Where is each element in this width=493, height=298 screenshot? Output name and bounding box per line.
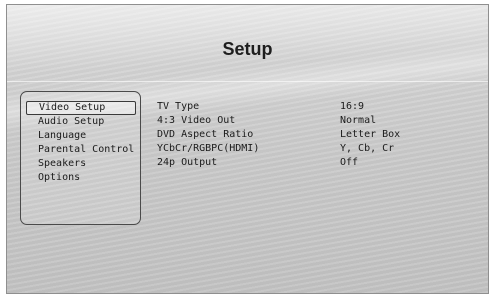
menu-item-label: Parental Control [38, 144, 135, 155]
menu-item-audio-setup[interactable]: Audio Setup [26, 115, 136, 129]
setting-value-24p-output[interactable]: Off [340, 156, 358, 170]
setting-value-dvd-aspect-ratio[interactable]: Letter Box [340, 128, 400, 142]
menu-item-parental-control[interactable]: Parental Control [26, 143, 136, 157]
menu-item-options[interactable]: Options [26, 171, 136, 185]
setting-label-color-space[interactable]: YCbCr/RGBPC(HDMI) [157, 142, 259, 156]
setting-label-video-out[interactable]: 4:3 Video Out [157, 114, 235, 128]
menu-item-video-setup[interactable]: Video Setup [26, 101, 136, 115]
setting-value-tv-type[interactable]: 16:9 [340, 100, 364, 114]
menu-item-speakers[interactable]: Speakers [26, 157, 136, 171]
setup-menu: Video Setup Audio Setup Language Parenta… [20, 91, 141, 225]
setting-value-video-out[interactable]: Normal [340, 114, 376, 128]
menu-item-label: Video Setup [39, 102, 106, 113]
menu-item-label: Language [38, 130, 87, 141]
menu-item-label: Speakers [38, 158, 87, 169]
setting-value-color-space[interactable]: Y, Cb, Cr [340, 142, 394, 156]
setting-label-dvd-aspect-ratio[interactable]: DVD Aspect Ratio [157, 128, 253, 142]
setting-label-24p-output[interactable]: 24p Output [157, 156, 217, 170]
page-title: Setup [222, 39, 273, 59]
menu-item-label: Audio Setup [38, 116, 105, 127]
menu-item-label: Options [38, 172, 81, 183]
header-divider [7, 81, 488, 82]
menu-item-language[interactable]: Language [26, 129, 136, 143]
setting-label-tv-type[interactable]: TV Type [157, 100, 199, 114]
setup-screen: Setup Video Setup Audio Setup Language P… [6, 4, 489, 294]
